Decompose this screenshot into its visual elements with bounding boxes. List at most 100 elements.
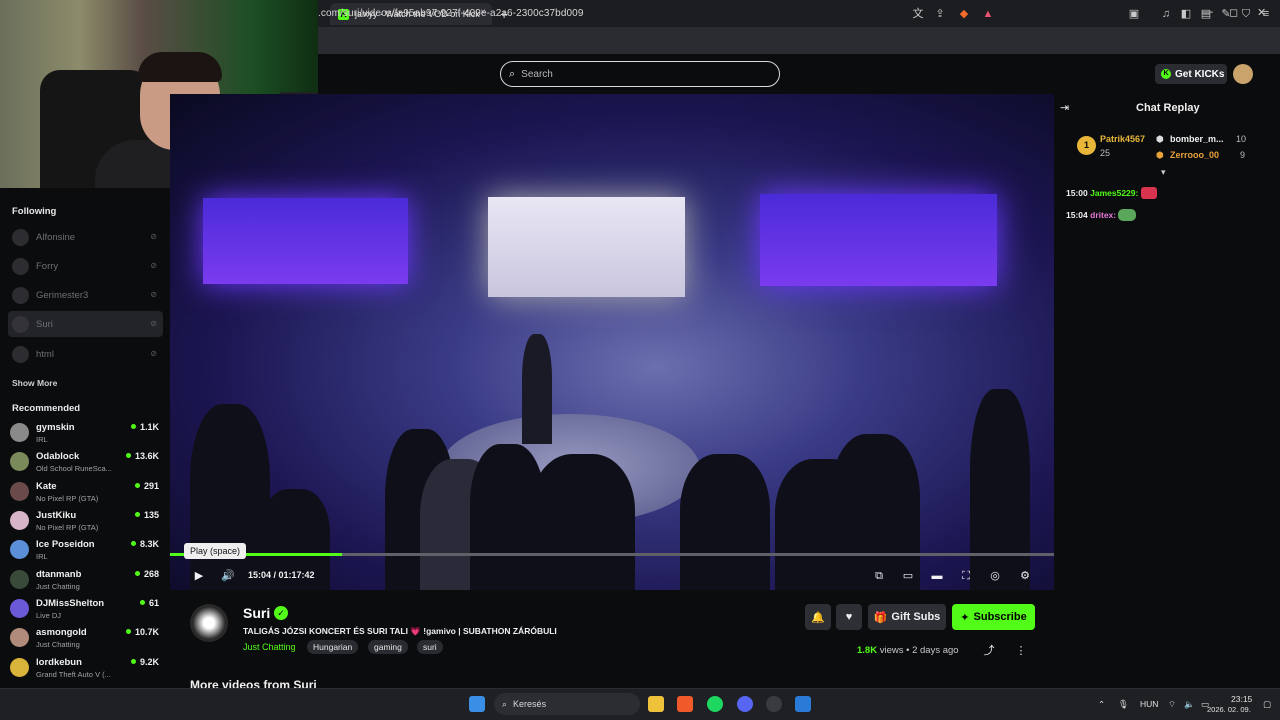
- url-text[interactable]: .com/suri/videos/fa95ab97-927f-409e-a2a6…: [318, 8, 584, 19]
- mini-player-icon[interactable]: ⧉: [872, 569, 886, 583]
- tag-suri[interactable]: suri: [417, 640, 443, 654]
- obs-icon[interactable]: [766, 696, 782, 712]
- views-count: 1.8K: [857, 645, 878, 656]
- video-category[interactable]: Just Chatting: [243, 642, 296, 652]
- speaker-icon[interactable]: 🔈: [1184, 699, 1195, 710]
- gift-subs-button[interactable]: 🎁 Gift Subs: [868, 604, 946, 630]
- message-time: 15:00: [1066, 188, 1088, 198]
- follow-button[interactable]: ♥: [836, 604, 862, 630]
- channel-avatar[interactable]: [190, 604, 228, 642]
- leaderboard-user[interactable]: Patrik4567: [1100, 134, 1145, 144]
- viewer-count: 13.6K: [125, 451, 159, 461]
- recommended-item[interactable]: lordkebun Grand Theft Auto V (... 9.2K: [10, 654, 162, 683]
- chat-message: 15:00 James5229:: [1066, 187, 1157, 199]
- more-options-icon[interactable]: ⋮: [1014, 644, 1028, 658]
- recommended-item[interactable]: Ice Poseidon IRL 8.3K: [10, 536, 162, 565]
- channel-name: gymskin: [36, 422, 75, 433]
- following-name: Gerimester3: [36, 289, 89, 301]
- start-icon[interactable]: [469, 696, 485, 712]
- settings-gear-icon[interactable]: ⚙: [1018, 569, 1032, 583]
- menu-icon[interactable]: ≡: [1260, 8, 1272, 20]
- recommended-item[interactable]: dtanmanb Just Chatting 268: [10, 566, 162, 595]
- following-name: Alfonsine: [36, 231, 76, 243]
- search-icon: ⌕: [502, 698, 508, 709]
- speed-icon[interactable]: ◎: [988, 569, 1002, 583]
- chat-panel: [1054, 94, 1280, 688]
- sidebar-toggle-icon[interactable]: ◧: [1180, 8, 1192, 20]
- recommended-item[interactable]: JustKiku No Pixel RP (GTA) 135: [10, 507, 162, 536]
- video-player[interactable]: [170, 94, 1054, 590]
- clock-time[interactable]: 23:15: [1231, 694, 1252, 704]
- channel-name[interactable]: Suri: [243, 605, 270, 621]
- leaderboard-user[interactable]: bomber_m...: [1170, 134, 1224, 144]
- play-tooltip: Play (space): [184, 543, 246, 559]
- tag-gaming[interactable]: gaming: [368, 640, 408, 654]
- leaderboard-user[interactable]: Zerrooo_00: [1170, 150, 1219, 160]
- leaderboard-count: 25: [1100, 148, 1111, 158]
- channel-name: DJMissShelton: [36, 598, 105, 609]
- message-user[interactable]: dritex:: [1090, 210, 1116, 220]
- stage-screen-left: [203, 198, 408, 284]
- timecode: 15:04 / 01:17:42: [248, 570, 315, 580]
- notifications-button[interactable]: 🔔: [805, 604, 831, 630]
- theater-mode-icon[interactable]: ▬: [930, 569, 944, 583]
- notifications-icon[interactable]: ▢: [1263, 699, 1271, 710]
- file-explorer-icon[interactable]: [648, 696, 664, 712]
- brave-browser-icon[interactable]: [677, 696, 693, 712]
- following-item[interactable]: html ⊘: [8, 341, 163, 367]
- video-stats: 1.8K views • 2 days ago: [857, 645, 959, 656]
- recommended-item[interactable]: gymskin IRL 1.1K: [10, 419, 162, 448]
- following-item[interactable]: Forry ⊘: [8, 253, 163, 279]
- stage-screen-center: [488, 197, 685, 297]
- show-more-link[interactable]: Show More: [12, 378, 57, 388]
- avatar: [12, 257, 29, 275]
- offline-icon: ⊘: [150, 261, 157, 270]
- play-icon[interactable]: ▶: [192, 569, 206, 583]
- rewards-icon[interactable]: ▲: [982, 8, 994, 20]
- live-dot-icon: [134, 571, 140, 576]
- taskbar-search[interactable]: ⌕ Keresés: [494, 693, 640, 715]
- reader-icon[interactable]: ▣: [1128, 8, 1140, 20]
- live-dot-icon: [134, 512, 140, 517]
- star-icon: ✦: [960, 611, 970, 624]
- following-item[interactable]: Suri ⊘: [8, 311, 163, 337]
- mic-icon[interactable]: 🎙: [1118, 699, 1129, 710]
- photos-icon[interactable]: [795, 696, 811, 712]
- following-item[interactable]: Alfonsine ⊘: [8, 224, 163, 250]
- get-kicks-button[interactable]: K Get KICKs: [1155, 64, 1227, 84]
- recommended-item[interactable]: Kate No Pixel RP (GTA) 291: [10, 478, 162, 507]
- share-icon[interactable]: ⇪: [934, 8, 946, 20]
- bell-icon: 🔔: [811, 611, 825, 624]
- following-item[interactable]: Gerimester3 ⊘: [8, 282, 163, 308]
- volume-icon[interactable]: 🔊: [221, 569, 235, 583]
- translate-icon[interactable]: 文: [912, 8, 924, 20]
- subscribe-button[interactable]: ✦ Subscribe: [952, 604, 1035, 630]
- offline-icon: ⊘: [150, 232, 157, 241]
- chat-collapse-icon[interactable]: ⇥: [1060, 101, 1069, 114]
- user-avatar[interactable]: [1233, 64, 1253, 84]
- brave-shield-icon[interactable]: ◆: [958, 8, 970, 20]
- fullscreen-icon[interactable]: ⛶: [959, 569, 973, 583]
- message-user[interactable]: James5229:: [1090, 188, 1138, 198]
- vpn-icon[interactable]: ⛉: [1240, 8, 1252, 20]
- discord-icon[interactable]: [737, 696, 753, 712]
- extensions-icon[interactable]: ✎: [1220, 8, 1232, 20]
- message-time: 15:04: [1066, 210, 1088, 220]
- tag-hungarian[interactable]: Hungarian: [307, 640, 359, 654]
- network-icon[interactable]: ⌔: [1168, 699, 1176, 710]
- recommended-item[interactable]: Odablock Old School RuneSca... 13.6K: [10, 448, 162, 477]
- wallet-icon[interactable]: ▤: [1200, 8, 1212, 20]
- music-icon[interactable]: ♫: [1160, 8, 1172, 20]
- clock-date[interactable]: 2026. 02. 09.: [1207, 705, 1251, 714]
- recommended-item[interactable]: asmongold Just Chatting 10.7K: [10, 624, 162, 653]
- live-dot-icon: [139, 600, 145, 605]
- spotify-icon[interactable]: [707, 696, 723, 712]
- search-input[interactable]: ⌕ Search: [500, 61, 780, 87]
- expand-icon[interactable]: ▾: [1161, 167, 1166, 178]
- tray-chevron-icon[interactable]: ⌃: [1098, 699, 1105, 710]
- viewer-count: 10.7K: [125, 627, 159, 637]
- recommended-item[interactable]: DJMissShelton Live DJ 61: [10, 595, 162, 624]
- language-indicator[interactable]: HUN: [1140, 699, 1158, 709]
- share-icon[interactable]: ⤴: [982, 644, 996, 658]
- clip-icon[interactable]: ▭: [901, 569, 915, 583]
